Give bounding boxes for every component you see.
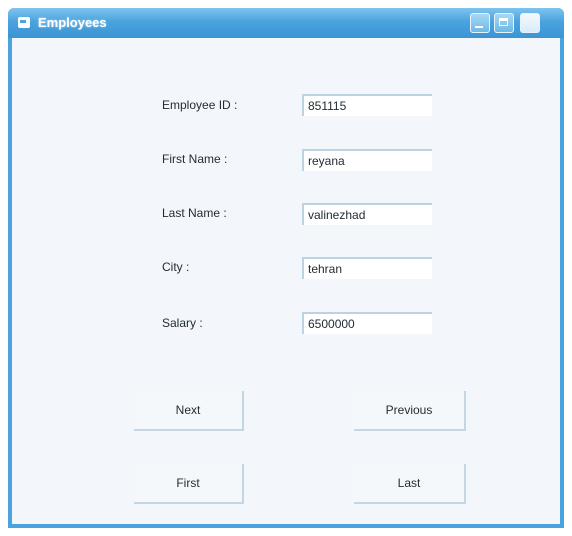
- form-client-area: Employee ID : First Name : Last Name : C…: [12, 38, 560, 524]
- first-name-field[interactable]: [302, 149, 432, 171]
- last-button[interactable]: Last: [354, 464, 466, 504]
- employee-id-field[interactable]: [302, 94, 432, 116]
- employee-id-label: Employee ID :: [162, 98, 238, 112]
- previous-button[interactable]: Previous: [354, 391, 466, 431]
- maximize-icon[interactable]: [494, 13, 514, 33]
- minimize-icon[interactable]: [470, 13, 490, 33]
- form-window-icon[interactable]: [18, 17, 30, 28]
- last-name-label: Last Name :: [162, 206, 227, 220]
- title-bar[interactable]: Employees: [8, 8, 564, 38]
- employees-window: Employees Employee ID : First Name : Las…: [8, 8, 564, 528]
- city-field[interactable]: [302, 257, 432, 279]
- next-button[interactable]: Next: [134, 391, 244, 431]
- salary-label: Salary :: [162, 316, 203, 330]
- window-title: Employees: [38, 15, 107, 30]
- close-icon[interactable]: [520, 13, 540, 33]
- salary-field[interactable]: [302, 312, 432, 334]
- city-label: City :: [162, 260, 190, 274]
- last-name-field[interactable]: [302, 203, 432, 225]
- first-name-label: First Name :: [162, 152, 228, 166]
- first-button[interactable]: First: [134, 464, 244, 504]
